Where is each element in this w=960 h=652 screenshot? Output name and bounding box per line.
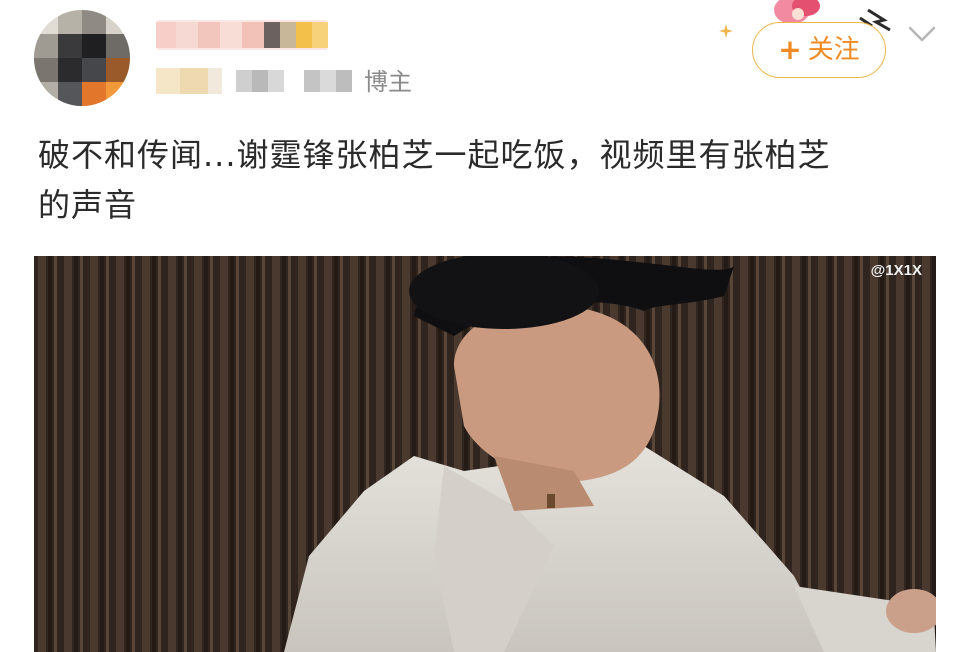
plus-icon: + <box>778 33 802 66</box>
post-meta-blurred <box>156 66 356 96</box>
follow-button[interactable]: + 关注 <box>752 22 886 78</box>
post-text: 破不和传闻...谢霆锋张柏芝一起吃饭，视频里有张柏芝 的声音 <box>38 130 928 230</box>
post-text-line-2: 的声音 <box>38 186 138 224</box>
follow-label: 关注 <box>807 35 860 65</box>
post-text-line-1: 破不和传闻...谢霆锋张柏芝一起吃饭，视频里有张柏芝 <box>38 136 831 174</box>
avatar-pixelated-image <box>34 10 130 106</box>
watermark: @1X1X <box>870 262 922 279</box>
avatar[interactable] <box>34 10 130 106</box>
post-image[interactable]: @1X1X <box>34 256 936 652</box>
blogger-label: 博主 <box>364 68 412 96</box>
video-frame-image <box>34 256 936 652</box>
weibo-post: 博主 + 关注 破不和传闻...谢霆锋张柏芝一起吃饭，视频里有张柏芝 的声音 @… <box>0 0 960 652</box>
username-blurred[interactable] <box>156 20 328 50</box>
chevron-down-icon[interactable] <box>906 22 938 46</box>
sparkle-icon <box>719 24 733 38</box>
